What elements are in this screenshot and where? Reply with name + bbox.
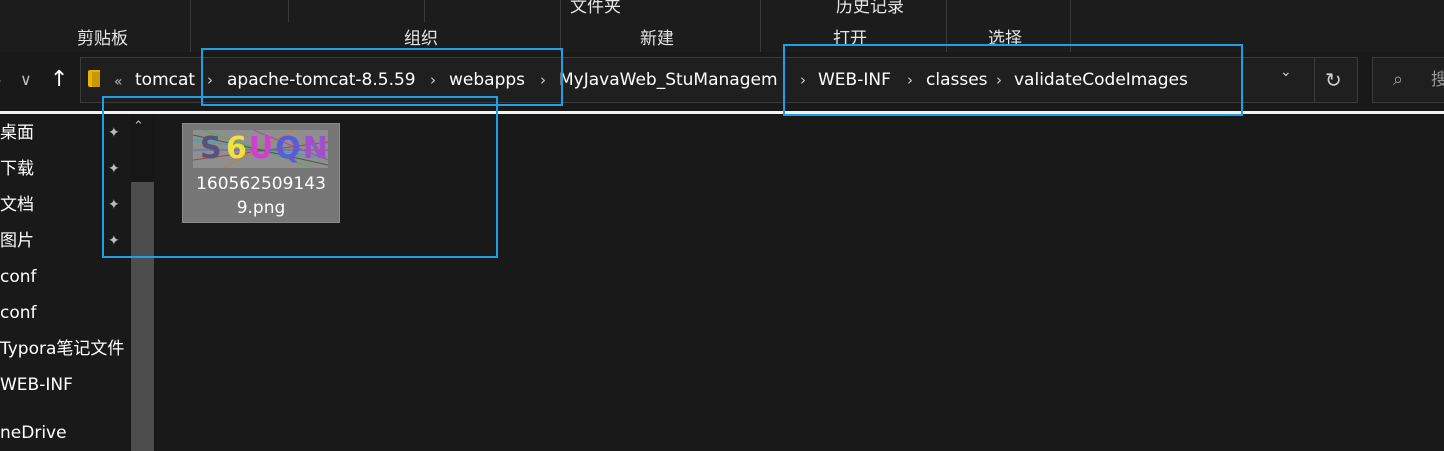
refresh-icon[interactable]: ↻ xyxy=(1325,68,1342,92)
recent-locations-icon[interactable]: ∨ xyxy=(20,66,32,94)
ribbon-separator xyxy=(560,0,561,52)
group-organize: 组织 xyxy=(404,29,438,49)
sidebar-item-documents[interactable]: 文档 xyxy=(0,193,34,217)
sidebar-item-downloads[interactable]: 下载 xyxy=(0,157,34,181)
ribbon-new-folder-label[interactable]: 文件夹 xyxy=(570,0,621,17)
folder-icon xyxy=(88,70,100,87)
annotation-box xyxy=(102,96,498,258)
annotation-box xyxy=(783,44,1243,116)
ribbon-separator xyxy=(760,0,761,52)
sidebar-item-typora[interactable]: Typora笔记文件 xyxy=(0,337,124,361)
sidebar-item-conf[interactable]: conf xyxy=(0,265,37,289)
ribbon-separator xyxy=(424,0,425,22)
sidebar-item-desktop[interactable]: 桌面 xyxy=(0,121,34,145)
sidebar-item-pictures[interactable]: 图片 xyxy=(0,229,34,253)
ribbon-history-label[interactable]: 历史记录 xyxy=(836,0,904,17)
ribbon-separator xyxy=(190,0,191,52)
search-icon: ⌕ xyxy=(1393,69,1404,90)
chevron-down-icon[interactable]: ⌄ xyxy=(1280,64,1292,80)
search-placeholder: 搜 xyxy=(1431,70,1444,90)
sidebar-item-web-inf[interactable]: WEB-INF xyxy=(0,373,73,397)
ribbon-separator xyxy=(288,0,289,22)
forward-icon[interactable]: › xyxy=(0,66,2,94)
up-arrow-icon[interactable]: ↑ xyxy=(50,66,68,94)
breadcrumb-tomcat[interactable]: tomcat xyxy=(135,68,195,92)
group-new: 新建 xyxy=(640,29,674,49)
sidebar-item-conf[interactable]: conf xyxy=(0,301,37,325)
breadcrumb-myjavaweb[interactable]: MyJavaWeb_StuManagem xyxy=(559,68,778,92)
breadcrumb-overflow[interactable]: « xyxy=(114,70,123,94)
sidebar-item-onedrive[interactable]: neDrive xyxy=(0,421,67,445)
group-clipboard: 剪贴板 xyxy=(77,29,128,49)
